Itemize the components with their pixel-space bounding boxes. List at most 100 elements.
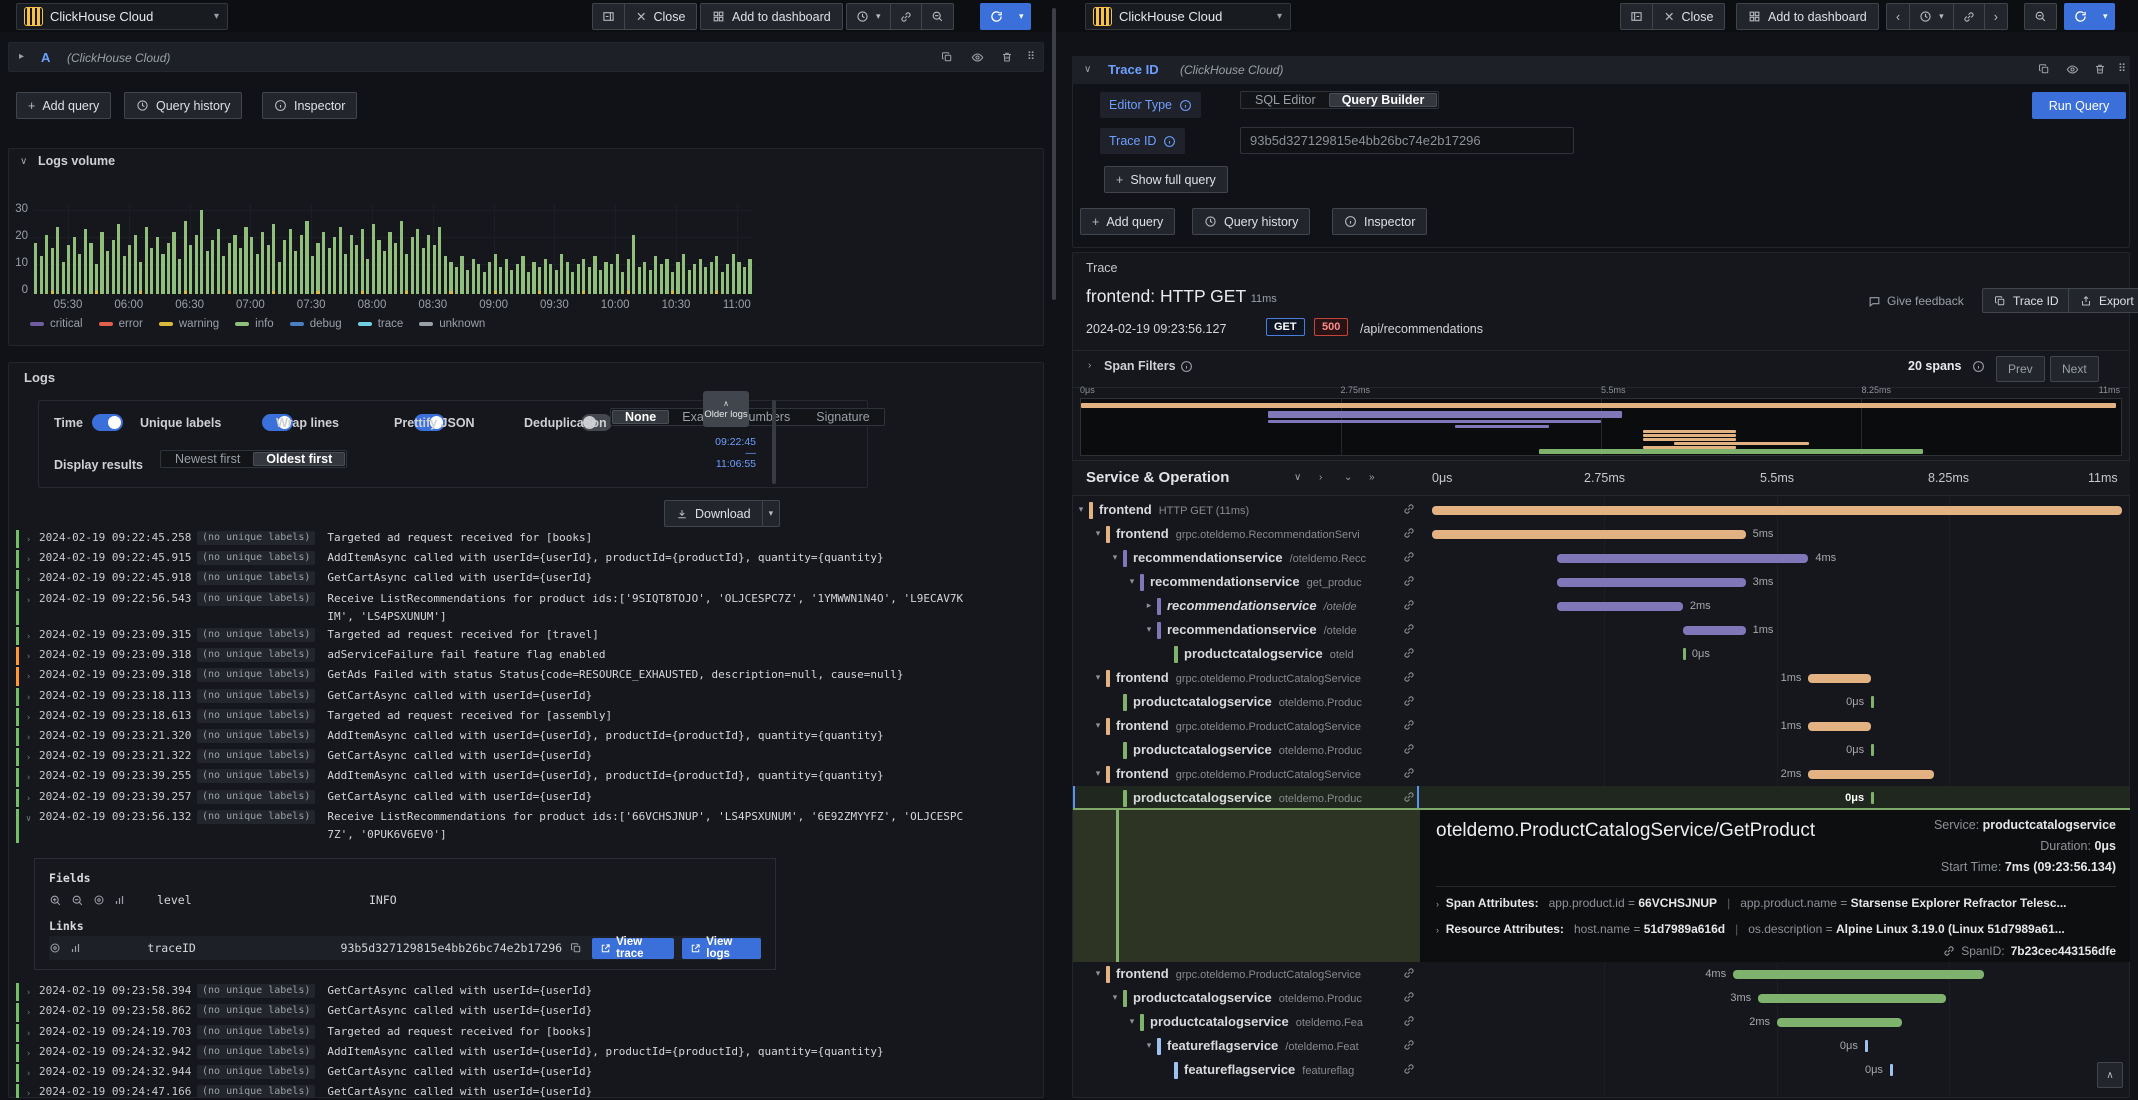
span-row[interactable]: ▾ recommendationservice/otelde 1ms — [1073, 618, 2129, 642]
view-trace-button[interactable]: View trace — [592, 936, 675, 960]
span-duration-tick[interactable] — [1871, 744, 1875, 756]
log-row[interactable]: › 2024-02-19 09:24:32.944 (no unique label… — [8, 1063, 1044, 1083]
refresh-button-right[interactable] — [2064, 3, 2097, 30]
span-row[interactable]: featureflagservice featureflag 0μs — [1073, 1058, 2129, 1082]
download-button[interactable]: Download — [664, 500, 763, 527]
link-button-right[interactable] — [1952, 3, 1985, 30]
log-expand-icon[interactable]: › — [26, 767, 39, 787]
scroll-top-button[interactable]: ∧ — [2097, 1062, 2123, 1088]
span-row[interactable]: ▾ recommendationservice/oteldemo.Recc 4ms — [1073, 546, 2129, 570]
span-row[interactable]: ▾ recommendationservice get_produc 3ms — [1073, 570, 2129, 594]
log-nav-time-range[interactable]: 09:22:45 — 11:06:55 — [700, 437, 756, 470]
logs-scrollbar[interactable] — [772, 400, 776, 484]
log-expand-icon[interactable]: › — [26, 1043, 39, 1063]
expand-one-icon[interactable]: › — [1319, 472, 1322, 483]
span-row[interactable]: ▾ frontend HTTP GET (11ms) — [1073, 498, 2129, 522]
sql-editor-option[interactable]: SQL Editor — [1242, 93, 1329, 107]
show-full-query-button[interactable]: + Show full query — [1104, 166, 1228, 193]
span-link-icon[interactable] — [1403, 1063, 1415, 1075]
log-expand-icon[interactable]: › — [26, 1083, 39, 1098]
span-row[interactable]: ▸ recommendationservice/otelde 2ms — [1073, 594, 2129, 618]
span-row[interactable]: productcatalogservice oteldemo.Produc 0μs — [1073, 690, 2129, 714]
time-toggle[interactable] — [92, 414, 123, 431]
query-expand-icon[interactable]: ▸ — [19, 51, 24, 62]
dedup-option-signature[interactable]: Signature — [803, 410, 883, 424]
time-picker-button-right[interactable]: ▾ — [1909, 3, 1954, 30]
span-link-icon[interactable] — [1403, 767, 1415, 779]
left-datasource-picker[interactable]: ClickHouse Cloud ▾ — [16, 3, 228, 30]
left-query-history-button[interactable]: Query history — [124, 92, 243, 119]
log-row[interactable]: › 2024-02-19 09:23:58.862 (no unique label… — [8, 1002, 1044, 1022]
log-expand-icon[interactable]: › — [26, 626, 39, 646]
span-toggle-icon[interactable]: ▾ — [1092, 528, 1104, 539]
older-logs-button[interactable]: ∧ Older logs — [703, 391, 749, 427]
span-toggle-icon[interactable]: ▾ — [1092, 768, 1104, 779]
export-button[interactable]: Export — [2068, 288, 2138, 313]
give-feedback-link[interactable]: Give feedback — [1868, 294, 1964, 308]
log-row[interactable]: › 2024-02-19 09:23:09.318 (no unique label… — [8, 666, 1044, 686]
log-row[interactable]: ∨ 2024-02-19 09:23:56.132 (no unique label… — [8, 808, 1044, 844]
delete-query-icon[interactable] — [1001, 51, 1013, 63]
right-inspector-button[interactable]: Inspector — [1332, 208, 1428, 235]
logs-volume-collapse-icon[interactable]: ∨ — [20, 156, 27, 167]
legend-item[interactable]: error — [98, 318, 143, 330]
log-expand-icon[interactable]: › — [26, 549, 39, 569]
span-toggle-icon[interactable]: ▾ — [1075, 504, 1087, 515]
log-row[interactable]: › 2024-02-19 09:23:09.315 (no unique label… — [8, 626, 1044, 646]
refresh-interval-dropdown-right[interactable]: ▾ — [2096, 3, 2115, 30]
legend-item[interactable]: debug — [289, 318, 342, 330]
span-row[interactable]: productcatalogservice oteldemo.Produc 0μs — [1073, 786, 2129, 810]
hide-query-icon[interactable] — [2066, 63, 2079, 76]
log-row[interactable]: › 2024-02-19 09:22:45.918 (no unique label… — [8, 569, 1044, 589]
log-row[interactable]: › 2024-02-19 09:22:45.915 (no unique label… — [8, 549, 1044, 569]
span-link-icon[interactable] — [1403, 743, 1415, 755]
log-expand-icon[interactable]: › — [26, 687, 39, 707]
left-close-button[interactable]: ✕ Close — [624, 3, 698, 30]
span-filters-expand-icon[interactable]: › — [1088, 360, 1091, 371]
span-link-icon[interactable] — [1403, 503, 1415, 515]
log-row[interactable]: › 2024-02-19 09:23:39.257 (no unique label… — [8, 788, 1044, 808]
span-duration-bar[interactable] — [1808, 721, 1872, 731]
refresh-button[interactable] — [980, 3, 1013, 30]
span-link-icon[interactable] — [1403, 1015, 1415, 1027]
toggle-visibility-icon[interactable] — [49, 942, 61, 954]
log-expand-icon[interactable]: › — [26, 646, 39, 666]
log-row[interactable]: › 2024-02-19 09:23:18.613 (no unique label… — [8, 707, 1044, 727]
log-row[interactable]: › 2024-02-19 09:23:21.322 (no unique label… — [8, 747, 1044, 767]
legend-item[interactable]: critical — [30, 318, 83, 330]
span-link-icon[interactable] — [1403, 791, 1415, 803]
copy-icon[interactable] — [570, 942, 582, 954]
span-toggle-icon[interactable]: ▾ — [1109, 552, 1121, 563]
log-row[interactable]: › 2024-02-19 09:24:32.942 (no unique label… — [8, 1043, 1044, 1063]
trace-minimap[interactable] — [1080, 398, 2122, 456]
log-row[interactable]: › 2024-02-19 09:22:56.543 (no unique label… — [8, 590, 1044, 626]
copy-query-icon[interactable] — [941, 51, 953, 63]
span-link-icon[interactable] — [1403, 575, 1415, 587]
split-close-left-icon[interactable] — [592, 3, 625, 30]
log-expand-icon[interactable]: ∨ — [26, 808, 39, 828]
span-duration-tick[interactable] — [1871, 792, 1875, 804]
log-expand-icon[interactable]: › — [26, 1002, 39, 1022]
span-row[interactable]: productcatalogservice oteld 0μs — [1073, 642, 2129, 666]
span-duration-bar[interactable] — [1808, 673, 1872, 683]
span-row[interactable]: ▾ productcatalogservice oteldemo.Produc 3ms — [1073, 986, 2129, 1010]
span-row[interactable]: ▾ frontend grpc.oteldemo.ProductCatalogSer… — [1073, 762, 2129, 786]
span-link-icon[interactable] — [1403, 719, 1415, 731]
hide-query-icon[interactable] — [971, 51, 984, 64]
span-toggle-icon[interactable]: ▸ — [1143, 600, 1155, 611]
collapse-all-icon[interactable]: ∨ — [1294, 472, 1301, 483]
trace-id-input[interactable]: 93b5d327129815e4bb26bc74e2b17296 — [1240, 127, 1574, 154]
span-link-icon[interactable] — [1403, 527, 1415, 539]
refresh-interval-dropdown[interactable]: ▾ — [1012, 3, 1031, 30]
span-duration-tick[interactable] — [1682, 648, 1686, 660]
span-link-icon[interactable] — [1403, 695, 1415, 707]
span-link-icon[interactable] — [1403, 647, 1415, 659]
span-duration-tick[interactable] — [1871, 696, 1875, 708]
field-action-icons[interactable] — [49, 894, 157, 907]
span-duration-bar[interactable] — [1432, 505, 2122, 515]
link-action-icons[interactable] — [49, 942, 147, 954]
right-add-to-dashboard-button[interactable]: Add to dashboard — [1736, 3, 1879, 30]
log-expand-icon[interactable]: › — [26, 529, 39, 549]
span-toggle-icon[interactable]: ▾ — [1109, 992, 1121, 1003]
span-id[interactable]: SpanID: 7b23cec443156dfe — [1943, 944, 2116, 958]
